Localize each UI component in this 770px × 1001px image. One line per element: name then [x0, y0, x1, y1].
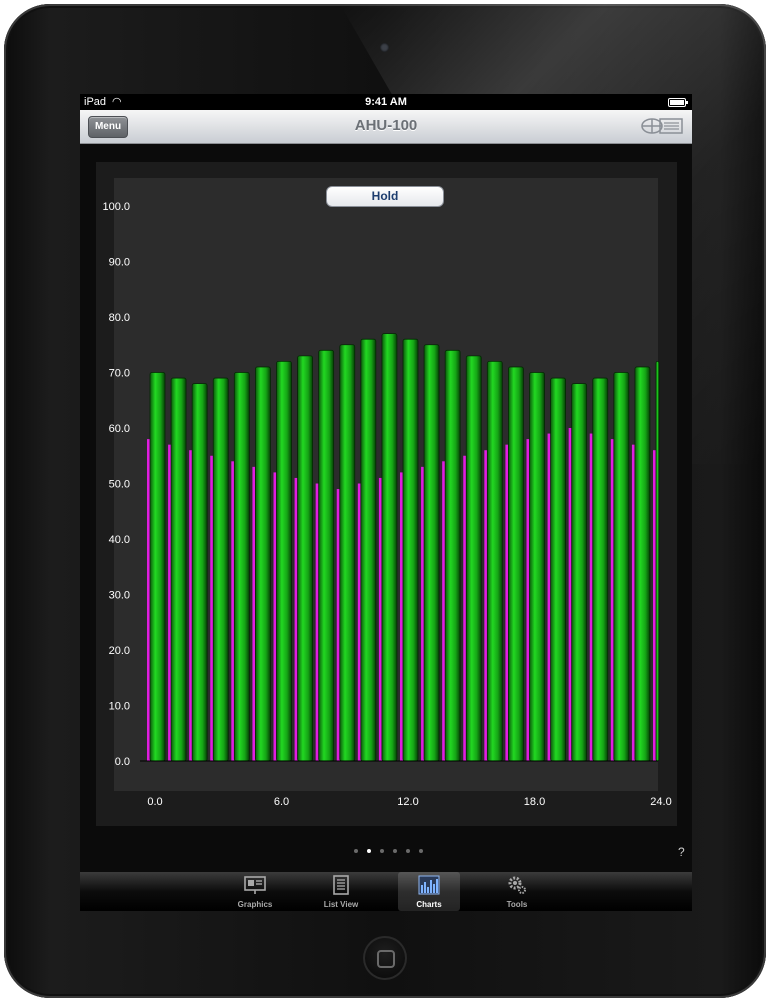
- tab-label: Charts: [416, 900, 442, 909]
- charts-icon: [418, 875, 440, 895]
- bar-green: [276, 360, 292, 762]
- tab-list-view[interactable]: List View: [310, 872, 372, 911]
- x-tick-label: 6.0: [274, 796, 289, 808]
- x-tick-label: 18.0: [524, 796, 545, 808]
- tab-label: Tools: [506, 900, 528, 909]
- page-dot[interactable]: [419, 849, 423, 853]
- y-tick-label: 70.0: [109, 368, 130, 380]
- page-dot[interactable]: [354, 849, 358, 853]
- y-tick-label: 40.0: [109, 534, 130, 546]
- x-tick-label: 24.0: [650, 796, 671, 808]
- y-tick-label: 0.0: [115, 756, 130, 768]
- y-tick-label: 90.0: [109, 257, 130, 269]
- tab-label: Graphics: [237, 900, 273, 909]
- tab-bar: Graphics List View Charts Tools: [80, 872, 692, 911]
- bar-green: [318, 349, 335, 762]
- page-dot[interactable]: [367, 849, 371, 853]
- y-tick-label: 10.0: [109, 701, 130, 713]
- y-tick-label: 80.0: [109, 312, 130, 324]
- y-tick-label: 100.0: [102, 201, 130, 213]
- bar-green: [170, 377, 187, 762]
- bar-green: [613, 372, 630, 762]
- page-dot[interactable]: [393, 849, 397, 853]
- bar-green: [444, 349, 461, 762]
- tab-charts[interactable]: Charts: [398, 872, 460, 911]
- bar-green: [655, 360, 660, 762]
- home-button[interactable]: [363, 936, 407, 980]
- front-camera: [380, 43, 389, 52]
- bar-green: [529, 372, 545, 762]
- bar-green: [634, 366, 651, 762]
- app-screen: iPad ◠ 9:41 AM Menu AHU-100 0.0 10.0 20.0 3…: [80, 94, 692, 911]
- y-tick-label: 50.0: [109, 479, 130, 491]
- gears-icon: [508, 876, 526, 894]
- bar-green: [255, 366, 271, 762]
- bar-green: [149, 372, 166, 762]
- bar-green: [402, 338, 419, 762]
- x-tick-label: 0.0: [147, 796, 162, 808]
- hold-button[interactable]: Hold: [326, 186, 444, 207]
- bar-green: [423, 344, 440, 762]
- bar-green: [571, 383, 588, 762]
- bar-green: [486, 360, 503, 762]
- help-button[interactable]: ?: [678, 845, 685, 859]
- tab-label: List View: [323, 900, 359, 909]
- page-indicator[interactable]: [348, 849, 428, 857]
- tab-tools[interactable]: Tools: [486, 872, 548, 911]
- graphics-icon: [244, 876, 266, 894]
- page-dot[interactable]: [380, 849, 384, 853]
- bar-green: [465, 355, 482, 762]
- bar-green: [297, 355, 313, 762]
- y-tick-label: 20.0: [109, 645, 130, 657]
- y-tick-label: 60.0: [109, 423, 130, 435]
- bar-green: [550, 377, 566, 762]
- bar-green: [212, 377, 229, 762]
- bar-green: [508, 366, 524, 762]
- home-square-icon: [377, 950, 395, 968]
- tab-graphics[interactable]: Graphics: [224, 872, 286, 911]
- bar-chart: 0.0 10.0 20.0 30.0 40.0 50.0 60.0 70.0 80.0 90.0 1…: [102, 201, 671, 808]
- y-tick-label: 30.0: [109, 590, 130, 602]
- bar-green: [592, 377, 609, 762]
- list-view-icon: [333, 875, 349, 895]
- bar-green: [191, 383, 208, 762]
- x-tick-label: 12.0: [397, 796, 418, 808]
- bar-green: [360, 338, 377, 762]
- bar-green: [381, 333, 398, 762]
- bar-green: [233, 372, 250, 762]
- page-dot[interactable]: [406, 849, 410, 853]
- bar-green: [339, 344, 356, 762]
